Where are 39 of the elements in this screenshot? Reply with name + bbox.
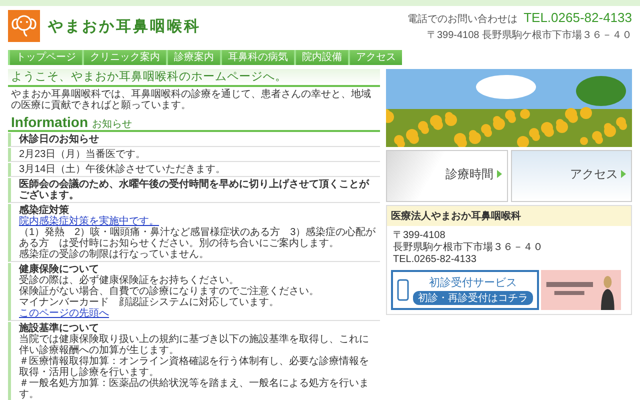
address-text: 〒399-4108 長野県駒ケ根市下市場３６－４０ [426,28,632,42]
notice-text: ＃医療情報取得加算：オンライン資格確認を行う体制有し、必要な診療情報を取得・活用し診療を行います。 [19,356,370,378]
notice-link[interactable]: 院内感染症対策を実施中です。 [19,216,377,227]
notice-text: 保険証がない場合、自費での診療になりますのでご注意ください。 [19,286,320,297]
clinic-address-line: TEL.0265-82-4133 [393,254,478,266]
notice-text: 当院では健康保険取り扱い上の規約に基づき以下の施設基準を取得し、これに伴い診療報酬への加算が生じます。 [19,334,370,356]
access-banner[interactable]: アクセス [510,150,632,202]
notice-text: 3月14日（土）午後休診させていただきます。 [19,164,227,175]
hours-banner[interactable]: 診療時間 [386,150,508,202]
reservation-banner[interactable]: 初診受付サービス 初診・再診受付はコチラ [391,270,539,310]
notice-link[interactable]: このページの先頭へ [19,308,377,319]
notice-text: 受診の際は、必ず健康保険証をお持ちください。 [19,275,240,286]
contact-label: 電話でのお問い合わせは [408,12,518,26]
notice-title: 感染症対策 [19,205,69,216]
smartphone-icon [397,279,409,301]
service-title: 初診受付サービス [429,276,517,290]
notice-text: マイナンバーカード 顔認証システムに対応しています。 [19,297,280,308]
phone-number: TEL.0265-82-4133 [524,10,632,25]
information-heading: Information [11,114,88,130]
clinic-address-line: 〒399-4108 [393,230,446,242]
notice-text: 2月23日（月）当番医です。 [19,149,147,160]
chevron-right-icon [621,170,626,178]
nav-item[interactable]: 耳鼻科の病気 [220,50,294,65]
notice-text: （1）発熱 2）咳・咽頭痛・鼻汁など感冒様症状のある方 3）感染症の心配がある方 は受付時にお知らせください。別の待ち合いにご案内します。 [19,227,377,249]
clinic-address-line: 長野県駒ケ根市下市場３６－４０ [393,242,544,254]
welcome-text: やまおか耳鼻咽喉科では、耳鼻咽喉科の診療を通じて、患者さんの幸せと、地域の医療に貢献できればと願っています。 [11,89,372,111]
notice-text: ＃一般名処方加算：医薬品の供給状況等を踏まえ、一般名による処方を行います。 [19,378,370,400]
notice-title: 健康保険について [19,264,99,275]
elephant-logo-icon [8,10,40,42]
chevron-right-icon [496,170,502,178]
clinic-info-title: 医療法人やまおか耳鼻咽喉科 [387,206,631,226]
reservation-button[interactable]: 初診・再診受付はコチラ [413,291,533,305]
information-subheading: お知らせ [92,119,132,130]
notice-title: 休診日のお知らせ [19,134,100,145]
notice-title: 施設基準について [19,323,100,334]
welcome-heading: ようこそ、やまおか耳鼻咽喉科のホームページへ。 [8,69,380,87]
clinic-name: やまおか耳鼻咽喉科 [48,16,201,36]
notice-text: 感染症の受診の制限は行なっていません。 [19,249,210,260]
notice-title: 医師会の会議のため、水曜午後の受付時間を早めに切り上げさせて頂くことがございます。 [19,179,370,201]
